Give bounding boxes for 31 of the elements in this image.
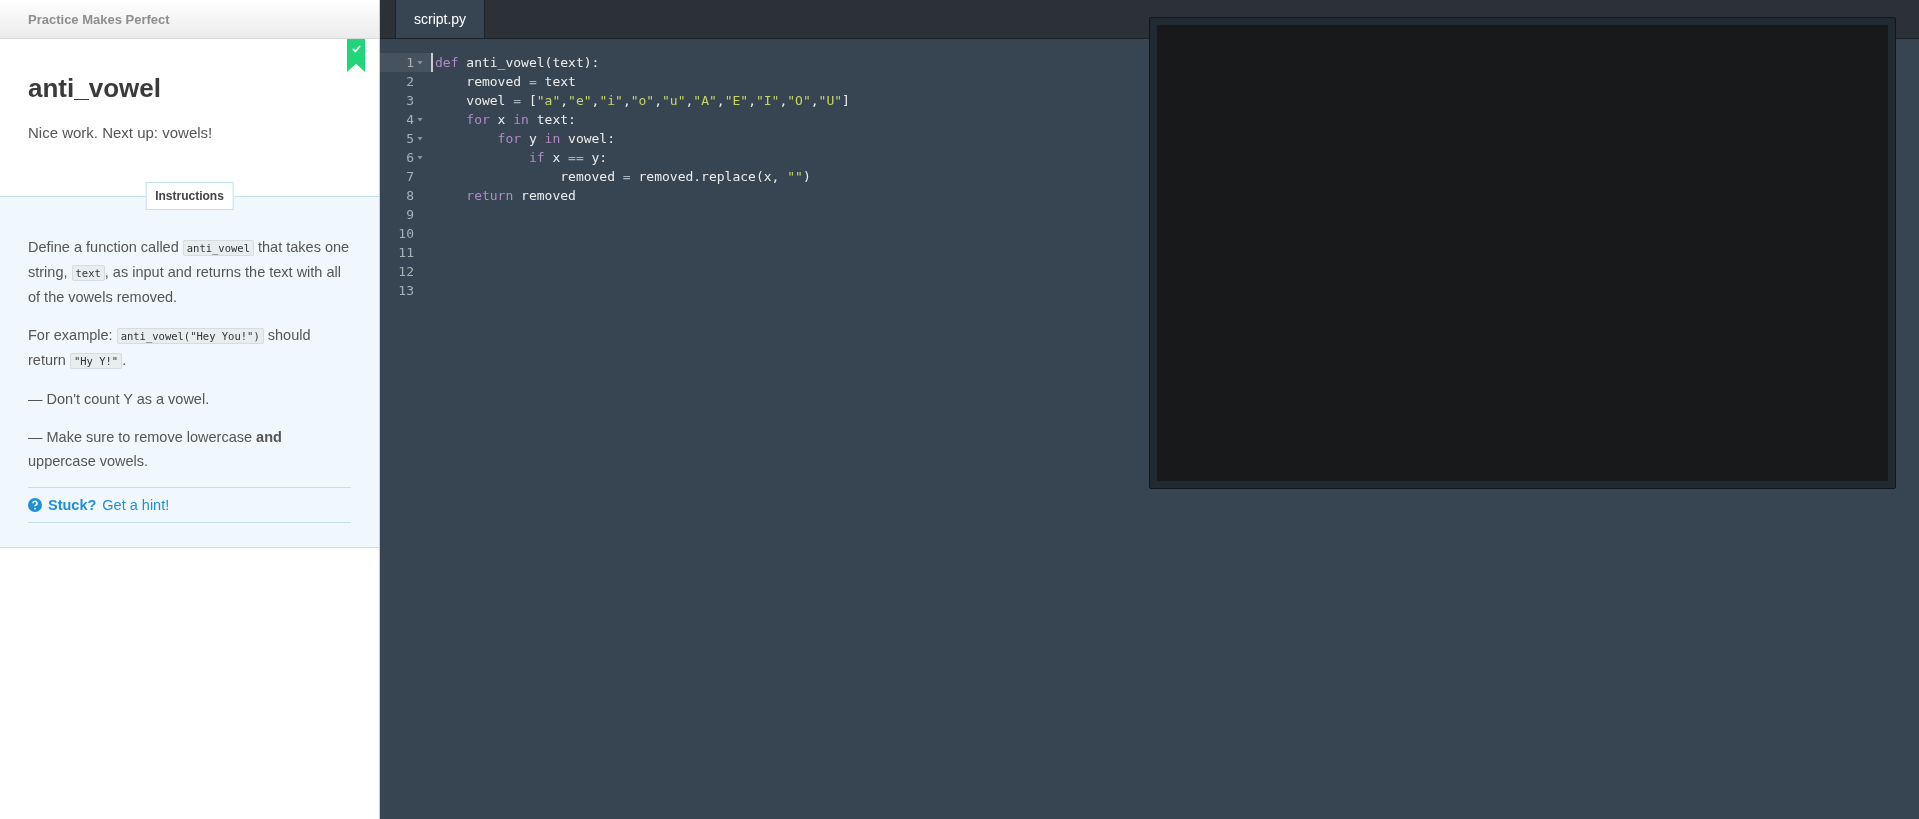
line-number: 3	[405, 92, 415, 110]
line-number: 2	[405, 73, 415, 91]
line-number: 11	[397, 244, 415, 262]
line-number: 7	[405, 168, 415, 186]
code-line: for x in text:	[465, 111, 576, 129]
lesson-subtitle: Nice work. Next up: vowels!	[28, 124, 214, 141]
code-line: if x == y:	[527, 149, 608, 167]
instruction-paragraph: Define a function called anti_vowel that takes one string, text , as input and returns the text with all of the vowels removed.	[28, 238, 351, 307]
instruction-paragraph: — Make sure to remove lowercase and uppercase vowels.	[28, 428, 283, 471]
instructions-tab[interactable]: Instructions	[145, 182, 234, 210]
instruction-paragraph: For example: anti_vowel("Hey You!") should return "Hy Y!" .	[28, 326, 312, 371]
code-line: for y in vowel:	[496, 130, 616, 148]
hint-label: Stuck?	[48, 497, 97, 513]
line-number: 10	[397, 225, 415, 243]
file-tab[interactable]: script.py	[395, 0, 486, 38]
line-number: 13	[397, 282, 415, 300]
line-number: 6	[380, 148, 431, 167]
code-line: def anti_vowel(text):	[431, 53, 600, 72]
instruction-paragraph: — Don't count Y as a vowel.	[28, 390, 211, 409]
line-number: 4	[380, 110, 431, 129]
code-line: removed = text	[465, 73, 576, 91]
lesson-title: anti_vowel	[28, 73, 162, 104]
line-number: 5	[380, 129, 431, 148]
code-line: vowel = ["a","e","i","o","u","A","E","I","O","U"]	[465, 92, 850, 110]
line-number: 12	[397, 263, 415, 281]
help-icon	[28, 498, 42, 512]
line-number: 8	[405, 187, 415, 205]
line-number: 9	[405, 206, 415, 224]
line-number: 1	[380, 53, 431, 72]
code-line: removed = removed.replace(x, "")	[559, 168, 811, 186]
code-line: return removed	[465, 187, 576, 205]
